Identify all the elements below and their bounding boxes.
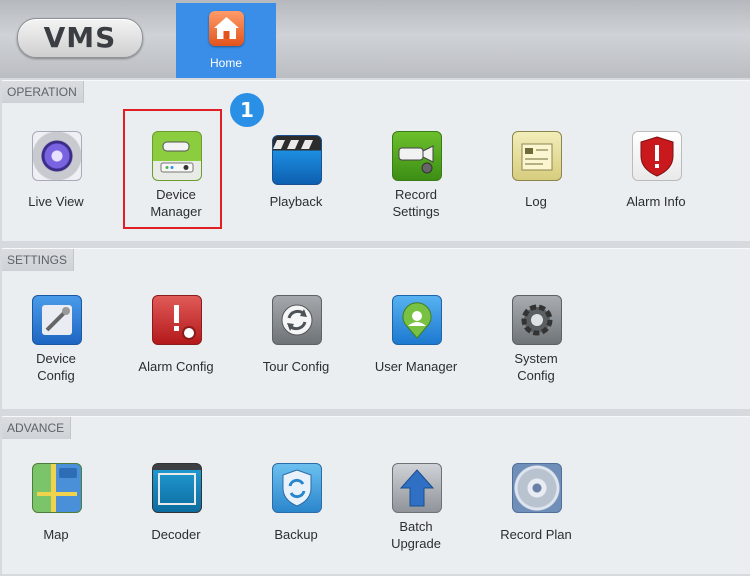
alarm-info-label: Alarm Info (626, 194, 686, 209)
house-icon (209, 11, 244, 46)
log-label: Log (525, 194, 547, 209)
playback-label: Playback (269, 194, 323, 209)
section-title-operation: OPERATION (2, 81, 84, 103)
map-icon (32, 463, 82, 513)
clapperboard-icon (272, 135, 322, 185)
tab-home[interactable]: Home (176, 3, 276, 78)
step-badge: 1 (230, 93, 264, 127)
tour-refresh-icon (272, 295, 322, 345)
device-config-icon (32, 295, 82, 345)
section-title-settings: SETTINGS (2, 249, 75, 271)
system-gear-icon (512, 295, 562, 345)
user-manager-icon (392, 295, 442, 345)
top-bar: VMS Home (0, 0, 750, 78)
upgrade-arrow-icon (392, 463, 442, 513)
device-config-label: Device Config (36, 351, 76, 383)
record-settings-label: Record Settings (392, 187, 440, 219)
camera-lens-icon (32, 131, 82, 181)
system-config-label: System Config (514, 351, 558, 383)
alarm-shield-icon (632, 131, 682, 181)
advance-section: ADVANCE Map Decoder Backup Batch Upgrade… (2, 416, 750, 574)
record-plan-label: Record Plan (500, 527, 572, 542)
device-manager-highlight-box (123, 109, 222, 229)
tab-home-label: Home (209, 56, 242, 70)
backup-label: Backup (274, 527, 318, 542)
record-plan-disc-icon (512, 463, 562, 513)
vms-logo: VMS (17, 18, 143, 58)
section-title-advance: ADVANCE (2, 417, 72, 439)
alarm-config-icon (152, 295, 202, 345)
decoder-label: Decoder (151, 527, 201, 542)
decoder-monitor-icon (152, 463, 202, 513)
backup-icon (272, 463, 322, 513)
operation-section: OPERATION Live View Device Manager Playb… (2, 80, 750, 241)
user-manager-label: User Manager (374, 359, 458, 374)
record-settings-icon (392, 131, 442, 181)
log-book-icon (512, 131, 562, 181)
batch-upgrade-label: Batch Upgrade (391, 519, 441, 551)
live-view-label: Live View (28, 194, 84, 209)
alarm-config-label: Alarm Config (138, 359, 214, 374)
tour-config-label: Tour Config (262, 359, 330, 374)
map-label: Map (43, 527, 69, 542)
settings-section: SETTINGS Device Config Alarm Config Tour… (2, 248, 750, 409)
